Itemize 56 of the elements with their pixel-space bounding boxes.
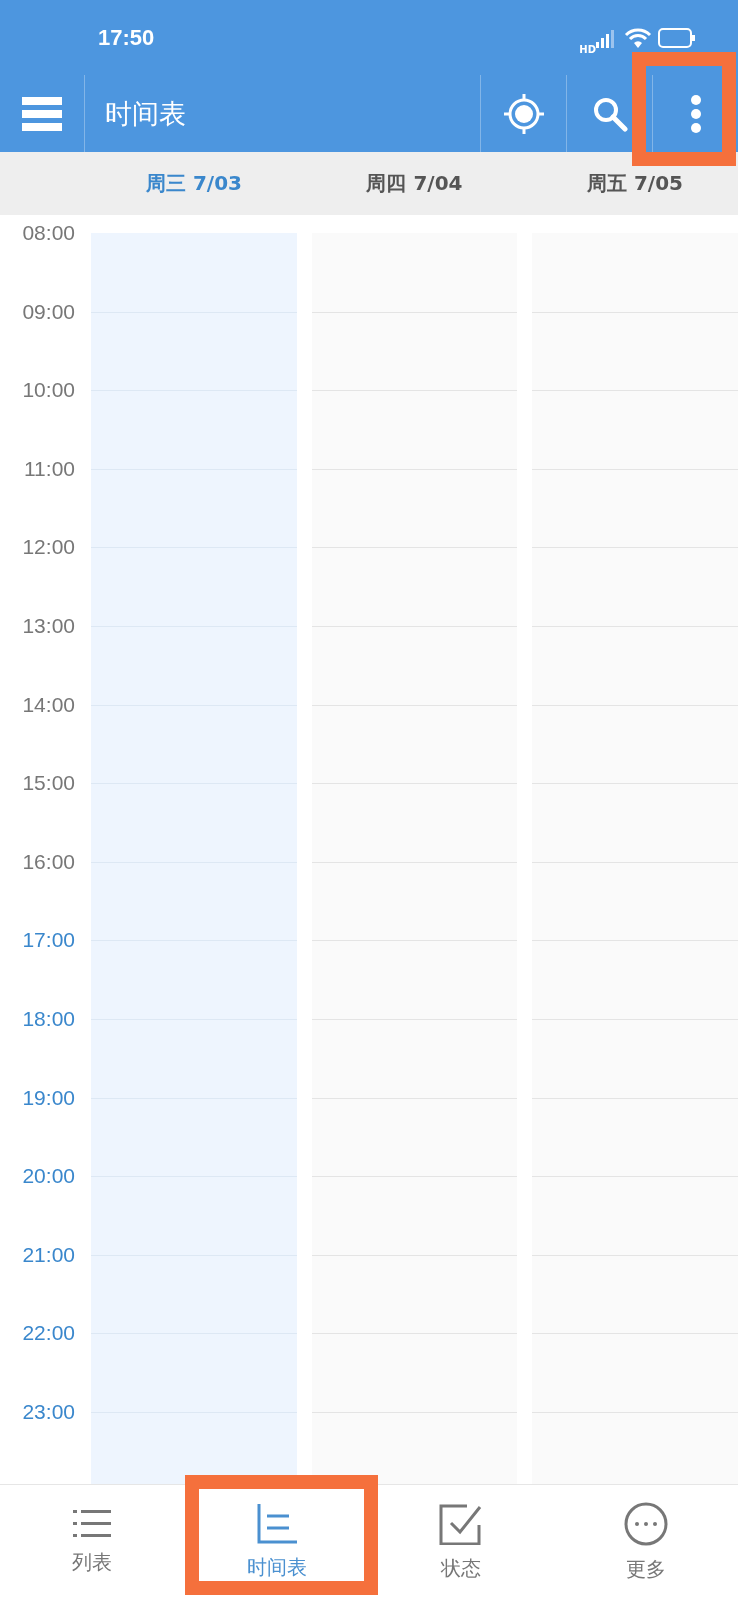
time-slot[interactable] xyxy=(532,311,738,391)
time-slot[interactable] xyxy=(91,1254,297,1334)
wifi-icon xyxy=(624,26,652,49)
time-slot[interactable] xyxy=(312,1097,517,1177)
time-slot[interactable] xyxy=(532,861,738,941)
time-slot[interactable] xyxy=(312,861,517,941)
time-slot[interactable] xyxy=(312,1411,517,1484)
time-slot[interactable] xyxy=(91,704,297,784)
hour-label: 12:00 xyxy=(22,534,75,561)
time-slot[interactable] xyxy=(532,468,738,548)
hour-label: 19:00 xyxy=(22,1084,75,1111)
menu-icon xyxy=(22,96,62,131)
time-slot[interactable] xyxy=(312,311,517,391)
day-tab[interactable]: 周三 7/03 xyxy=(91,152,297,215)
time-slot[interactable] xyxy=(91,1411,297,1484)
hour-label: 20:00 xyxy=(22,1163,75,1190)
screen-title: 时间表 xyxy=(105,96,187,131)
battery-icon xyxy=(658,27,696,48)
hour-label: 14:00 xyxy=(22,691,75,718)
time-slot[interactable] xyxy=(312,468,517,548)
hour-label: 22:00 xyxy=(22,1320,75,1347)
time-slot[interactable] xyxy=(91,468,297,548)
list-icon xyxy=(73,1509,112,1539)
nav-tab[interactable]: 状态 xyxy=(369,1485,554,1600)
status-time: 17:50 xyxy=(98,24,155,51)
search-icon xyxy=(591,95,628,132)
hour-label: 23:00 xyxy=(22,1398,75,1425)
more-circle-icon xyxy=(623,1502,668,1546)
hour-label: 13:00 xyxy=(22,612,75,639)
day-tab[interactable]: 周四 7/04 xyxy=(312,152,517,215)
hour-label: 21:00 xyxy=(22,1241,75,1268)
hour-label: 17:00 xyxy=(22,927,75,954)
more-icon xyxy=(689,93,702,134)
time-slot[interactable] xyxy=(532,1097,738,1177)
timeline-icon xyxy=(256,1504,297,1544)
hour-label: 16:00 xyxy=(22,848,75,875)
hour-label: 15:00 xyxy=(22,770,75,797)
time-slot[interactable] xyxy=(532,704,738,784)
time-slot[interactable] xyxy=(312,1254,517,1334)
time-slot[interactable] xyxy=(312,704,517,784)
network-label: HD xyxy=(579,44,596,55)
hour-label: 08:00 xyxy=(22,220,75,246)
time-slot[interactable] xyxy=(91,1097,297,1177)
nav-tab[interactable]: 列表 xyxy=(0,1485,185,1600)
time-slot[interactable] xyxy=(91,311,297,391)
time-slot[interactable] xyxy=(91,861,297,941)
time-slot[interactable] xyxy=(532,1254,738,1334)
hour-label: 10:00 xyxy=(22,377,75,404)
hour-label: 09:00 xyxy=(22,298,75,325)
nav-tab[interactable]: 时间表 xyxy=(184,1485,369,1600)
checkbox-icon xyxy=(439,1503,484,1545)
hour-label: 11:00 xyxy=(24,455,75,482)
hour-label: 18:00 xyxy=(22,1005,75,1032)
day-tab[interactable]: 周五 7/05 xyxy=(532,152,738,215)
nav-tab[interactable]: 更多 xyxy=(553,1485,738,1600)
crosshair-icon xyxy=(501,91,546,136)
